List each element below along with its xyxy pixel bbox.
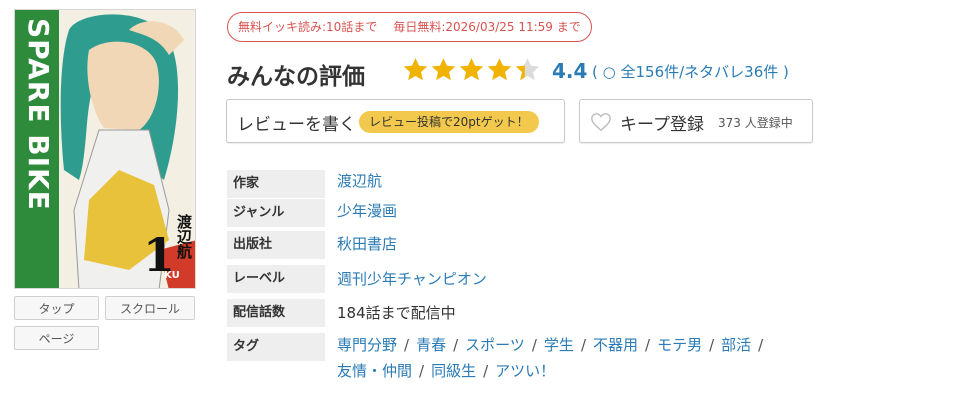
cover-author-name: 渡辺航 [175, 214, 193, 259]
tag-link[interactable]: 同級生 [431, 362, 476, 380]
tag-link[interactable]: 学生 [544, 336, 574, 354]
cover-title-text: SPARE BIKE [22, 18, 55, 211]
rating-score: 4.4 [552, 59, 588, 83]
tap-mode-button[interactable]: タップ [14, 296, 99, 320]
keep-register-count: 373 人登録中 [718, 116, 793, 130]
free-ikki-text: 無料イッキ読み:10話まで [238, 20, 378, 34]
cover-volume-number: 1 [143, 228, 176, 282]
publisher-link[interactable]: 秋田書店 [337, 233, 397, 254]
tag-link[interactable]: モテ男 [657, 336, 702, 354]
star-icon [515, 58, 540, 81]
tag-separator: / [404, 336, 410, 354]
tag-separator: / [483, 362, 489, 380]
tag-list-line1: 専門分野 / 青春 / スポーツ / 学生 / 不器用 / モテ男 / 部活 / [337, 334, 770, 355]
tag-link[interactable]: アツい！ [495, 362, 555, 380]
tag-separator: / [758, 336, 764, 354]
page-mode-button[interactable]: ページ [14, 326, 99, 350]
free-reading-badge: 無料イッキ読み:10話まで 毎日無料:2026/03/25 11:59 まで [227, 12, 592, 42]
genre-link[interactable]: 少年漫画 [337, 200, 397, 221]
tag-separator: / [709, 336, 715, 354]
tag-link[interactable]: 友情・仲間 [337, 362, 412, 380]
tag-link[interactable]: 専門分野 [337, 336, 397, 354]
write-review-label: レビューを書く [237, 115, 356, 135]
tag-separator: / [419, 362, 425, 380]
episodes-label: 配信話数 [227, 299, 325, 327]
scroll-mode-button[interactable]: スクロール [105, 296, 195, 320]
tag-list-line2: 友情・仲間 / 同級生 / アツい！ [337, 360, 555, 381]
author-link[interactable]: 渡辺航 [337, 170, 382, 191]
tag-separator: / [645, 336, 651, 354]
publisher-label: 出版社 [227, 231, 325, 259]
tags-label: タグ [227, 333, 325, 361]
rating-stars [402, 56, 542, 84]
rating-title: みんなの評価 [227, 64, 365, 90]
keep-register-button[interactable]: キープ登録 373 人登録中 [579, 99, 813, 143]
tag-separator: / [453, 336, 459, 354]
write-review-button[interactable]: レビューを書く レビュー投稿で20ptゲット！ [226, 99, 565, 143]
review-count-link[interactable]: ( ○ 全156件/ネタバレ36件 ) [592, 61, 789, 82]
keep-register-label: キープ登録 [620, 115, 704, 135]
label-link[interactable]: 週刊少年チャンピオン [337, 268, 487, 289]
star-icon [403, 58, 428, 81]
cover-image[interactable]: SPARE BIKE KU 1 渡辺航 [14, 9, 196, 289]
tag-separator: / [580, 336, 586, 354]
star-icon [459, 58, 484, 81]
episodes-value: 184話まで配信中 [337, 304, 456, 322]
label-label: レーベル [227, 265, 325, 293]
tag-link[interactable]: 部活 [721, 336, 751, 354]
tag-separator: / [531, 336, 537, 354]
tag-link[interactable]: 不器用 [593, 336, 638, 354]
tag-link[interactable]: 青春 [416, 336, 446, 354]
free-daily-text: 毎日無料:2026/03/25 11:59 まで [393, 20, 581, 34]
tag-link[interactable]: スポーツ [465, 336, 525, 354]
star-icon [487, 58, 512, 81]
star-icon [431, 58, 456, 81]
author-label: 作家 [227, 170, 325, 198]
heart-icon [591, 113, 611, 132]
genre-label: ジャンル [227, 199, 325, 227]
review-promo-badge: レビュー投稿で20ptゲット！ [359, 111, 539, 133]
